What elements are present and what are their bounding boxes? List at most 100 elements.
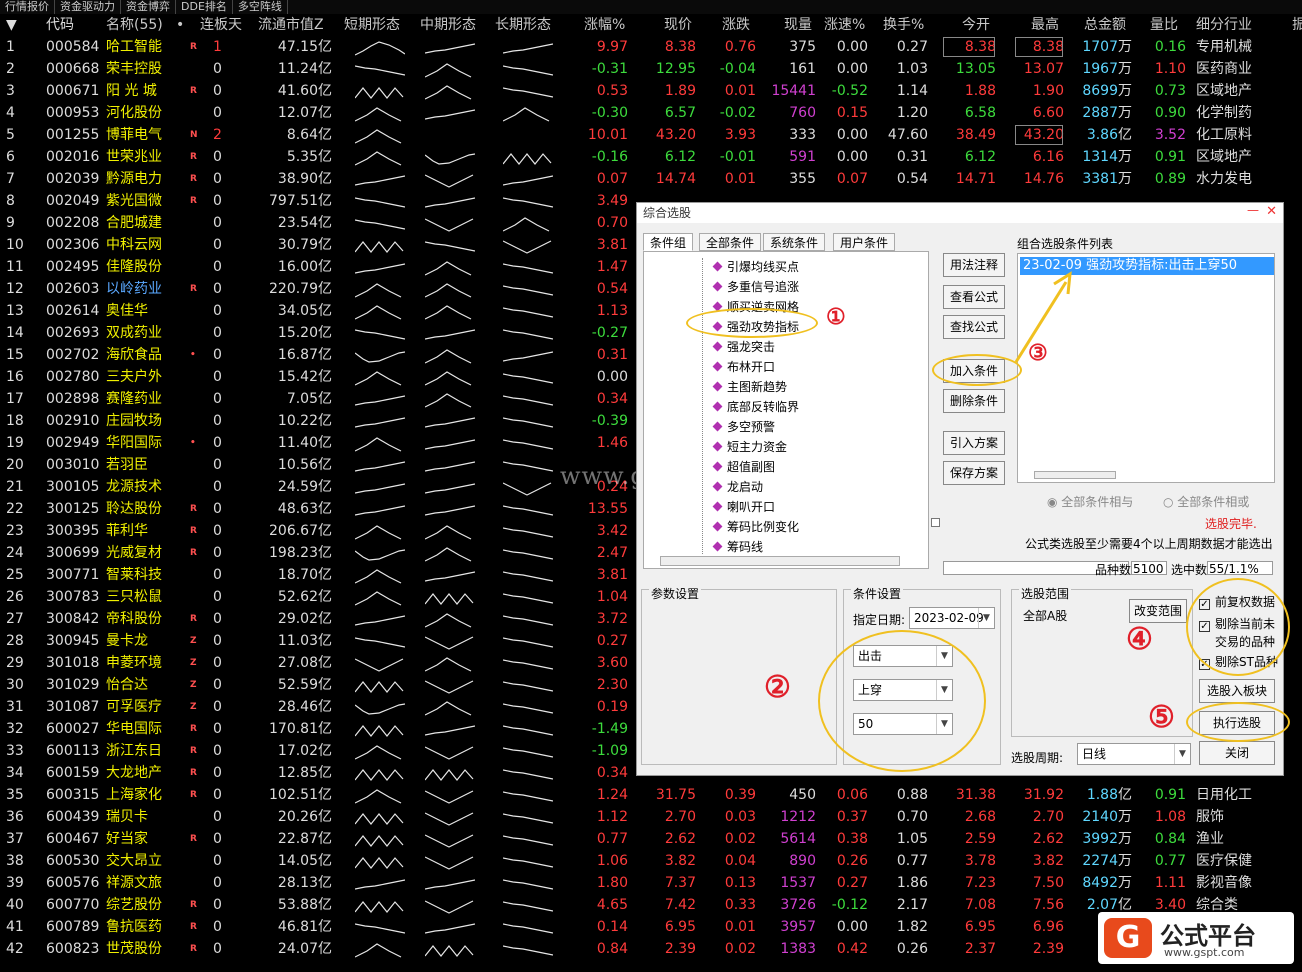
header-open[interactable]: 今开 [962, 14, 1002, 36]
header-code[interactable]: 代码 [46, 14, 104, 36]
header-industry[interactable]: 细分行业 [1196, 14, 1266, 36]
table-row[interactable]: 4 000953 河化股份 0 12.07亿 -0.30 6.57 -0.02 760 0.15 1… [0, 102, 1302, 124]
header-short-shape[interactable]: 短期形态 [344, 14, 410, 36]
find-formula-button[interactable]: 查找公式 [943, 315, 1005, 339]
tree-hscrollbar[interactable] [660, 556, 900, 566]
stock-name: 上海家化 [106, 787, 162, 803]
table-row[interactable]: 35 600315 上海家化 R 0 102.51亿 1.24 31.75 0.39 450 0.0… [0, 784, 1302, 806]
tree-item[interactable]: 筹码线 [712, 538, 763, 555]
header-long-shape[interactable]: 长期形态 [495, 14, 561, 36]
tree-item[interactable]: 喇叭开口 [712, 498, 775, 515]
tree-item[interactable]: 筹码比例变化 [712, 518, 799, 535]
stock-code: 002702 [46, 347, 100, 363]
view-formula-button[interactable]: 查看公式 [943, 285, 1005, 309]
header-amount[interactable]: 总金额 [1084, 14, 1134, 36]
table-row[interactable]: 5 001255 博菲电气 N 2 8.64亿 10.01 43.20 3.93 333 0.00 4… [0, 124, 1302, 146]
stock-code: 000668 [46, 61, 100, 77]
header-cap[interactable]: 流通市值Z [258, 14, 338, 36]
long-shape [503, 828, 553, 848]
condition-list-scrollbar[interactable] [1034, 471, 1116, 479]
top-tab[interactable]: 资金博弈 [121, 0, 176, 14]
top-tab[interactable]: 多空阵线 [233, 0, 288, 14]
condition-tree[interactable]: 引爆均线买点 多重信号追涨 顺买逆卖网格 强劲攻势指标 强龙突击 布林开口 主图新趋势 底部反… [643, 251, 940, 569]
header-pct[interactable]: 涨幅% [584, 14, 634, 36]
stock-name: 奥佳华 [106, 303, 148, 319]
stock-name: 菲利华 [106, 523, 148, 539]
table-row[interactable]: 36 600439 瑞贝卡 0 20.26亿 1.12 2.70 0.03 1212 0.37 0.… [0, 806, 1302, 828]
table-row[interactable]: 6 002016 世荣兆业 R 0 5.35亿 -0.16 6.12 -0.01 591 0.00 0… [0, 146, 1302, 168]
table-row[interactable]: 37 600467 好当家 R 0 22.87亿 0.77 2.62 0.02 5614 0.38 1… [0, 828, 1302, 850]
high-price: 43.20 [1014, 124, 1064, 146]
table-row[interactable]: 38 600530 交大昂立 0 14.05亿 1.06 3.82 0.04 890 0.26 0.… [0, 850, 1302, 872]
header-extra[interactable]: 振 [1292, 14, 1302, 36]
header-chg[interactable]: 涨跌 [722, 14, 762, 36]
header-mid-shape[interactable]: 中期形态 [420, 14, 486, 36]
header-turnover[interactable]: 换手% [883, 14, 933, 36]
change-pct: 0.34 [596, 765, 628, 781]
delete-condition-button[interactable]: 删除条件 [943, 389, 1005, 413]
table-row[interactable]: 3 000671 阳 光 城 R 0 41.60亿 0.53 1.89 0.01 15441 -0.… [0, 80, 1302, 102]
header-vol-ratio[interactable]: 量比 [1150, 14, 1190, 36]
save-plan-button[interactable]: 保存方案 [943, 461, 1005, 485]
tab-all-conditions[interactable]: 全部条件 [699, 233, 762, 251]
header-name[interactable]: 名称(55) [106, 14, 186, 36]
header-sort-arrow[interactable]: ▼ [6, 14, 36, 36]
tab-condition-group[interactable]: 条件组 [643, 233, 694, 251]
top-tab[interactable]: DDE排名 [176, 0, 233, 14]
import-plan-button[interactable]: 引入方案 [943, 431, 1005, 455]
stock-code: 002693 [46, 325, 100, 341]
period-select[interactable]: 日线 ▼ [1077, 743, 1191, 765]
change-pct: 0.00 [596, 369, 628, 385]
top-tab[interactable]: 行情报价 [0, 0, 55, 14]
tree-item[interactable]: 引爆均线买点 [712, 258, 799, 275]
tree-item[interactable]: 主图新趋势 [712, 378, 787, 395]
row-index: 10 [6, 237, 24, 253]
table-row[interactable]: 39 600576 祥源文旅 0 28.13亿 1.80 7.37 0.13 1537 0.27 1… [0, 872, 1302, 894]
tree-item-label: 布林开口 [727, 360, 776, 374]
mid-shape [425, 586, 475, 606]
header-speed[interactable]: 涨速% [824, 14, 874, 36]
tree-item[interactable]: 强龙突击 [712, 338, 776, 355]
shape-sparkline [425, 218, 474, 232]
usage-notes-button[interactable]: 用法注释 [943, 253, 1005, 277]
close-button[interactable]: 关闭 [1199, 741, 1275, 765]
lianban-days: 0 [213, 193, 222, 209]
radio-all-or[interactable]: ○ 全部条件相或 [1163, 493, 1249, 510]
minimize-icon[interactable]: — [1247, 203, 1259, 217]
tab-system-conditions[interactable]: 系统条件 [763, 233, 826, 251]
table-row[interactable]: 1 000584 哈工智能 R 1 47.15亿 9.97 8.38 0.76 375 0.00 0.… [0, 36, 1302, 58]
shape-sparkline [503, 879, 553, 890]
change-range-button[interactable]: 改变范围 [1129, 599, 1187, 623]
tree-item[interactable]: 布林开口 [712, 358, 776, 375]
top-tab[interactable]: 资金驱动力 [55, 0, 121, 14]
tree-item[interactable]: 龙启动 [712, 478, 763, 495]
tree-item[interactable]: 超值副图 [712, 458, 775, 475]
tree-item[interactable]: 底部反转临界 [712, 398, 799, 415]
close-icon[interactable]: ✕ [1266, 204, 1277, 219]
header-lianban[interactable]: 连板天 [200, 14, 250, 36]
tree-item[interactable]: 短主力资金 [712, 438, 787, 455]
radio-all-and[interactable]: ◉ 全部条件相与 [1047, 493, 1133, 510]
lianban-days: 0 [213, 413, 222, 429]
shape-sparkline [355, 437, 402, 452]
shape-sparkline [425, 439, 475, 450]
tree-item[interactable]: 多空预警 [712, 418, 775, 435]
shape-sparkline [425, 856, 474, 870]
add-to-block-button[interactable]: 选股入板块 [1199, 679, 1275, 703]
margin-flag: R [190, 284, 197, 294]
date-picker[interactable]: 2023-02-09 ▼ [909, 607, 995, 629]
table-row[interactable]: 7 002039 黔源电力 R 0 38.90亿 0.07 14.74 0.01 355 0.07 0… [0, 168, 1302, 190]
lianban-days: 0 [213, 545, 222, 561]
header-vol[interactable]: 现量 [784, 14, 824, 36]
tree-item-label: 强龙突击 [727, 340, 776, 354]
header-price[interactable]: 现价 [664, 14, 704, 36]
tree-checkbox[interactable] [931, 518, 940, 527]
table-row[interactable]: 2 000668 荣丰控股 0 11.24亿 -0.31 12.95 -0.04 161 0.00… [0, 58, 1302, 80]
volume: 450 [789, 787, 816, 803]
stock-name: 荣丰控股 [106, 61, 162, 77]
shape-sparkline [355, 525, 402, 540]
tab-user-conditions[interactable]: 用户条件 [833, 233, 896, 251]
shape-sparkline [425, 636, 474, 650]
header-high[interactable]: 最高 [1031, 14, 1071, 36]
tree-item[interactable]: 多重信号追涨 [712, 278, 799, 295]
